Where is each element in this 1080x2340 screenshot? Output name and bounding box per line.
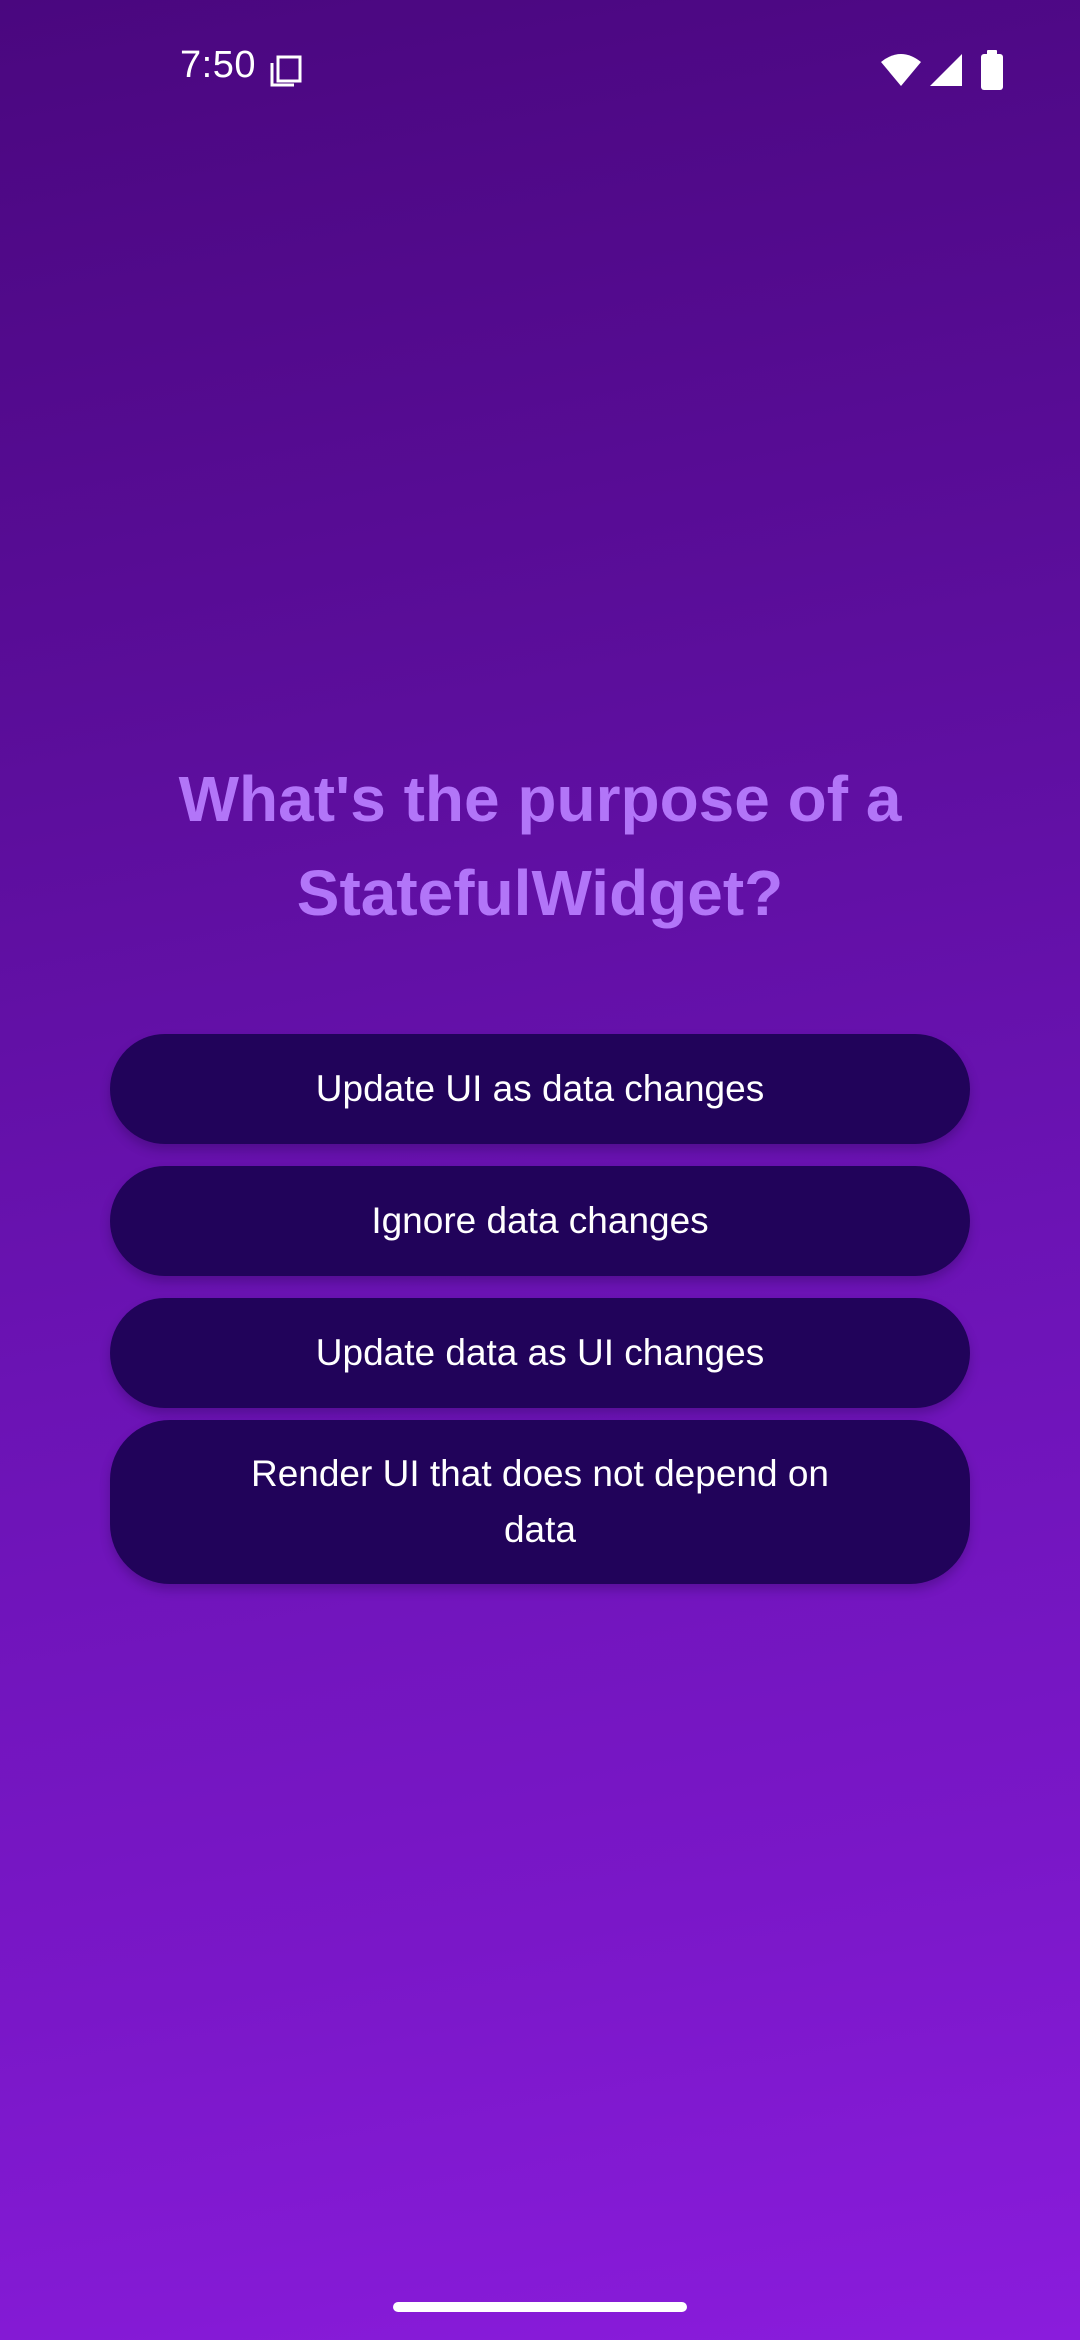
home-indicator[interactable] — [393, 2302, 687, 2312]
answer-label: Update UI as data changes — [315, 1068, 765, 1109]
question-text: What's the purpose of a StatefulWidget? — [178, 763, 902, 929]
answer-button-render-ui[interactable]: Render UI that does not depend on data — [110, 1420, 970, 1584]
signal-icon — [930, 54, 962, 86]
status-bar: 7:50 — [0, 0, 1080, 140]
answer-button-ignore-data[interactable]: Ignore data changes — [110, 1166, 970, 1276]
answer-button-update-ui[interactable]: Update UI as data changes — [110, 1034, 970, 1144]
notification-copy-icon — [270, 55, 302, 87]
answer-label: Update data as UI changes — [315, 1332, 765, 1373]
battery-icon — [981, 50, 1003, 90]
status-time: 7:50 — [180, 44, 256, 86]
answer-label: Ignore data changes — [371, 1200, 709, 1241]
answer-button-update-data[interactable]: Update data as UI changes — [110, 1298, 970, 1408]
wifi-icon — [881, 54, 921, 86]
answer-label: Render UI that does not depend on data — [250, 1453, 830, 1550]
